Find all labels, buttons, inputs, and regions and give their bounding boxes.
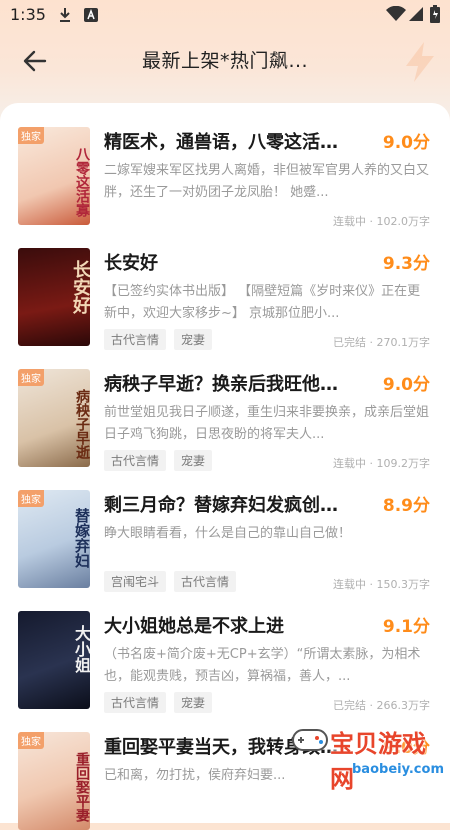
book-score: 9.0分 [382,133,430,153]
book-cover: 独家 重回娶平妻 [18,732,90,830]
watermark-url: baobeiy.com [352,762,444,777]
book-description: 睁大眼睛看看，什么是自己的靠山自己做！ [104,526,352,541]
book-list: 独家 八零这活寡 精医术，通兽语，八零这活寡... 9.0分 二嫁军嫂来军区找男… [0,103,450,830]
book-cover: 独家 病秧子早逝 [18,369,90,467]
book-title: 剩三月命？替嫁弃妇发疯创死... [104,495,350,516]
book-description: （书名废+简介废+无CP+玄学）“所谓太素脉，为相术也，能观贵贱，预吉凶，算祸福… [104,647,421,684]
book-cover: 独家 替嫁弃妇 [18,490,90,588]
book-description: 二嫁军嫂来军区找男人离婚，非但被军官男人养的又白又胖，还生了一对奶团子龙凤胎！ … [104,163,430,200]
book-title: 大小姐她总是不求上进 [104,616,284,637]
exclusive-badge: 独家 [18,369,44,386]
status-bar: 1:35 [0,0,450,32]
notification-a-icon [84,8,98,22]
book-score: 9.0分 [382,375,430,395]
exclusive-badge: 独家 [18,127,44,144]
book-description: 前世堂姐见我日子顺遂，重生归来非要换亲，成亲后堂姐日子鸡飞狗跳，日思夜盼的将军夫… [104,405,430,442]
download-icon [60,8,70,22]
book-cover: 大小姐 [18,611,90,709]
book-title: 长安好 [104,253,158,274]
book-score: 8.9分 [382,496,430,516]
book-title: 精医术，通兽语，八零这活寡... [104,132,350,153]
cover-title: 重回娶平妻 [74,752,90,822]
book-cover: 长安好 [18,248,90,346]
lightning-decoration-icon [406,42,434,82]
battery-icon [430,5,440,23]
book-item[interactable]: 长安好 长安好 9.3分 【已签约实体书出版】 【隔壁短篇《岁时来仪》正在更新中… [0,224,450,350]
status-time: 1:35 [10,5,46,24]
book-description: 【已签约实体书出版】 【隔壁短篇《岁时来仪》正在更新中，欢迎大家移步~】 京城那… [104,284,421,321]
book-cover: 独家 八零这活寡 [18,127,90,225]
book-item[interactable]: 大小姐 大小姐她总是不求上进 9.1分 （书名废+简介废+无CP+玄学）“所谓太… [0,587,450,713]
gamepad-icon [292,729,328,751]
book-item[interactable]: 独家 病秧子早逝 病秧子早逝？换亲后我旺他全... 9.0分 前世堂姐见我日子顺… [0,345,450,471]
book-item[interactable]: 独家 替嫁弃妇 剩三月命？替嫁弃妇发疯创死... 8.9分 睁大眼睛看看，什么是… [0,466,450,592]
page-title: 最新上架*热门飙... [141,50,309,72]
book-score: 9.3分 [382,254,430,274]
watermark-logo: 宝贝游戏网 baobeiy.com [292,720,444,793]
watermark-text: 宝贝游戏网 [330,730,426,793]
signal-icon [409,7,423,21]
title-bar: 最新上架*热门飙... [0,32,450,88]
book-score: 9.1分 [382,617,430,637]
book-title: 病秧子早逝？换亲后我旺他全... [104,374,350,395]
cover-title: 大小姐 [72,625,90,673]
cover-title: 长安好 [70,260,90,314]
cover-title: 病秧子早逝 [74,389,90,459]
cover-title: 八零这活寡 [74,147,90,217]
book-item[interactable]: 独家 八零这活寡 精医术，通兽语，八零这活寡... 9.0分 二嫁军嫂来军区找男… [0,103,450,228]
wifi-icon [386,6,406,21]
exclusive-badge: 独家 [18,490,44,507]
cover-title: 替嫁弃妇 [73,508,90,568]
exclusive-badge: 独家 [18,732,44,749]
